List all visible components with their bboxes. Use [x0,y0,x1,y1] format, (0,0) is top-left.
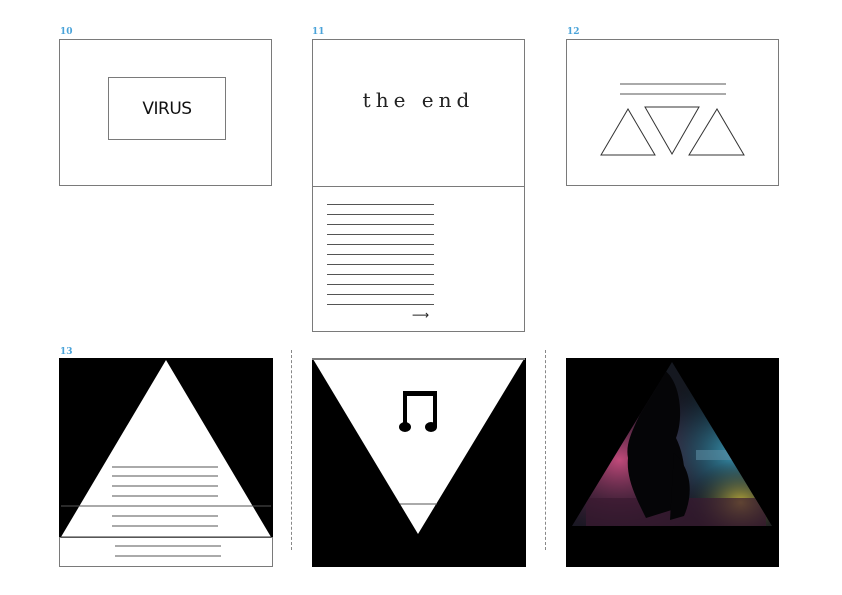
panel-13c [566,358,779,567]
text-line [327,304,434,305]
panel-number-13: 13 [60,347,73,357]
text-line [327,274,434,275]
the-end-title: the end [362,88,475,112]
text-line [327,234,434,235]
text-line [327,224,434,225]
storyboard-sheet: 10 11 12 13 VIRUS the end ⟶ [0,0,842,595]
panel-number-12: 12 [567,27,580,37]
text-line [327,294,434,295]
triangles-diagram [600,83,745,156]
panel-12-frame [566,39,779,186]
virus-title-box: VIRUS [108,77,226,140]
virus-title: VIRUS [142,98,192,119]
panel-number-11: 11 [312,27,325,37]
text-line [327,204,434,205]
panel-13b [312,358,526,567]
panel-10-frame: VIRUS [59,39,272,186]
panel-13a [59,358,273,567]
panel-separator [545,350,546,550]
triangle-up-left [600,108,656,156]
panel-number-10: 10 [60,27,73,37]
text-line [327,284,434,285]
triangle-down-center [644,106,700,156]
text-line [327,214,434,215]
triangle-up-right [688,108,745,156]
panel-separator [291,350,292,550]
panel-11-frame-top: the end [312,39,525,187]
text-line [327,264,434,265]
next-arrow-icon: ⟶ [412,308,430,322]
panel-11-frame-bottom: ⟶ [312,186,525,332]
text-line [327,254,434,255]
text-line [327,244,434,245]
